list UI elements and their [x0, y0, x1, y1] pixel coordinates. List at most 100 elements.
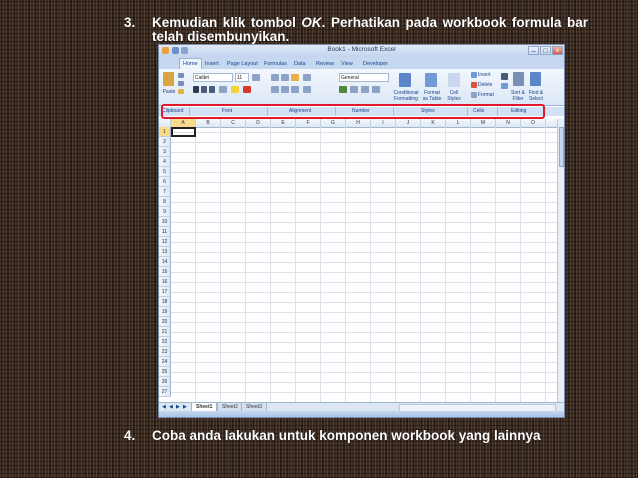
wrap-text-icon[interactable]: [303, 74, 311, 81]
column-header-f[interactable]: F: [296, 119, 321, 127]
row-header-24[interactable]: 24: [159, 357, 171, 367]
row-header-14[interactable]: 14: [159, 257, 171, 267]
align-left-icon[interactable]: [271, 86, 279, 93]
format-label[interactable]: Format: [478, 92, 494, 98]
tab-formulas[interactable]: Formulas: [264, 59, 287, 69]
autosum-icon[interactable]: [501, 73, 508, 80]
tab-view[interactable]: View: [341, 59, 353, 69]
font-name-select[interactable]: Calibri: [193, 73, 233, 82]
vertical-scroll-thumb[interactable]: [559, 127, 564, 167]
cell-styles-icon[interactable]: [448, 73, 460, 87]
row-header-16[interactable]: 16: [159, 277, 171, 287]
row-header-18[interactable]: 18: [159, 297, 171, 307]
format-as-table-icon[interactable]: [425, 73, 437, 87]
column-header-k[interactable]: K: [421, 119, 446, 127]
row-header-25[interactable]: 25: [159, 367, 171, 377]
row-header-10[interactable]: 10: [159, 217, 171, 227]
fill-color-icon[interactable]: [231, 86, 239, 93]
align-center-icon[interactable]: [281, 86, 289, 93]
column-header-d[interactable]: D: [246, 119, 271, 127]
percent-icon[interactable]: [350, 86, 358, 93]
comma-icon[interactable]: [361, 86, 369, 93]
currency-icon[interactable]: [339, 86, 347, 93]
tab-insert[interactable]: Insert: [205, 59, 219, 69]
row-header-6[interactable]: 6: [159, 177, 171, 187]
row-header-26[interactable]: 26: [159, 377, 171, 387]
row-header-27[interactable]: 27: [159, 387, 171, 397]
align-right-icon[interactable]: [291, 86, 299, 93]
row-header-3[interactable]: 3: [159, 147, 171, 157]
column-header-i[interactable]: I: [371, 119, 396, 127]
copy-icon[interactable]: [178, 81, 184, 86]
row-header-4[interactable]: 4: [159, 157, 171, 167]
select-all-corner[interactable]: [159, 119, 171, 127]
tab-data[interactable]: Data: [294, 59, 306, 69]
underline-icon[interactable]: [209, 86, 215, 93]
column-header-j[interactable]: J: [396, 119, 421, 127]
row-header-8[interactable]: 8: [159, 197, 171, 207]
format-painter-icon[interactable]: [178, 89, 184, 94]
column-header-g[interactable]: G: [321, 119, 346, 127]
column-header-b[interactable]: B: [196, 119, 221, 127]
row-header-5[interactable]: 5: [159, 167, 171, 177]
grow-font-icon[interactable]: [252, 74, 260, 81]
minimize-button[interactable]: –: [528, 46, 539, 55]
font-size-select[interactable]: 11: [235, 73, 249, 82]
orientation-icon[interactable]: [291, 74, 299, 81]
align-middle-icon[interactable]: [281, 74, 289, 81]
italic-icon[interactable]: [201, 86, 207, 93]
delete-cells-icon[interactable]: [471, 82, 477, 88]
row-header-23[interactable]: 23: [159, 347, 171, 357]
conditional-formatting-icon[interactable]: [399, 73, 411, 87]
ok-word: OK: [301, 15, 322, 30]
find-select-icon[interactable]: [530, 72, 541, 86]
row-header-15[interactable]: 15: [159, 267, 171, 277]
row-header-17[interactable]: 17: [159, 287, 171, 297]
vertical-scrollbar[interactable]: [557, 119, 564, 402]
column-header-h[interactable]: H: [346, 119, 371, 127]
insert-cells-icon[interactable]: [471, 72, 477, 78]
row-header-12[interactable]: 12: [159, 237, 171, 247]
row-header-20[interactable]: 20: [159, 317, 171, 327]
sort-filter-label: Sort & Filter: [511, 90, 525, 102]
row-header-22[interactable]: 22: [159, 337, 171, 347]
align-top-icon[interactable]: [271, 74, 279, 81]
fill-icon[interactable]: [501, 83, 508, 89]
decimal-icon[interactable]: [372, 86, 380, 93]
active-cell[interactable]: [171, 127, 196, 137]
maximize-button[interactable]: □: [540, 46, 551, 55]
column-header-n[interactable]: N: [496, 119, 521, 127]
tab-home[interactable]: Home: [179, 58, 202, 69]
cut-icon[interactable]: [178, 73, 184, 78]
row-header-19[interactable]: 19: [159, 307, 171, 317]
step-number: 3.: [124, 15, 136, 30]
number-format-select[interactable]: General: [339, 73, 389, 82]
column-header-l[interactable]: L: [446, 119, 471, 127]
row-header-21[interactable]: 21: [159, 327, 171, 337]
column-header-m[interactable]: M: [471, 119, 496, 127]
sort-filter-icon[interactable]: [513, 72, 524, 86]
row-header-9[interactable]: 9: [159, 207, 171, 217]
column-header-c[interactable]: C: [221, 119, 246, 127]
column-header-a[interactable]: A: [171, 119, 196, 127]
tab-review[interactable]: Review: [316, 59, 334, 69]
row-header-1[interactable]: 1: [159, 127, 171, 137]
close-button[interactable]: ×: [552, 46, 563, 55]
row-header-11[interactable]: 11: [159, 227, 171, 237]
column-header-e[interactable]: E: [271, 119, 296, 127]
font-color-icon[interactable]: [243, 86, 251, 93]
cell-grid[interactable]: [171, 127, 557, 402]
format-cells-icon[interactable]: [471, 92, 477, 98]
merge-center-icon[interactable]: [303, 86, 311, 93]
bold-icon[interactable]: [193, 86, 199, 93]
tab-developer[interactable]: Developer: [363, 59, 388, 69]
paste-icon[interactable]: [163, 72, 174, 86]
delete-label[interactable]: Delete: [478, 82, 492, 88]
column-header-o[interactable]: O: [521, 119, 546, 127]
insert-label[interactable]: Insert: [478, 72, 491, 78]
borders-icon[interactable]: [219, 86, 227, 93]
row-header-13[interactable]: 13: [159, 247, 171, 257]
row-header-7[interactable]: 7: [159, 187, 171, 197]
tab-page-layout[interactable]: Page Layout: [227, 59, 258, 69]
row-header-2[interactable]: 2: [159, 137, 171, 147]
